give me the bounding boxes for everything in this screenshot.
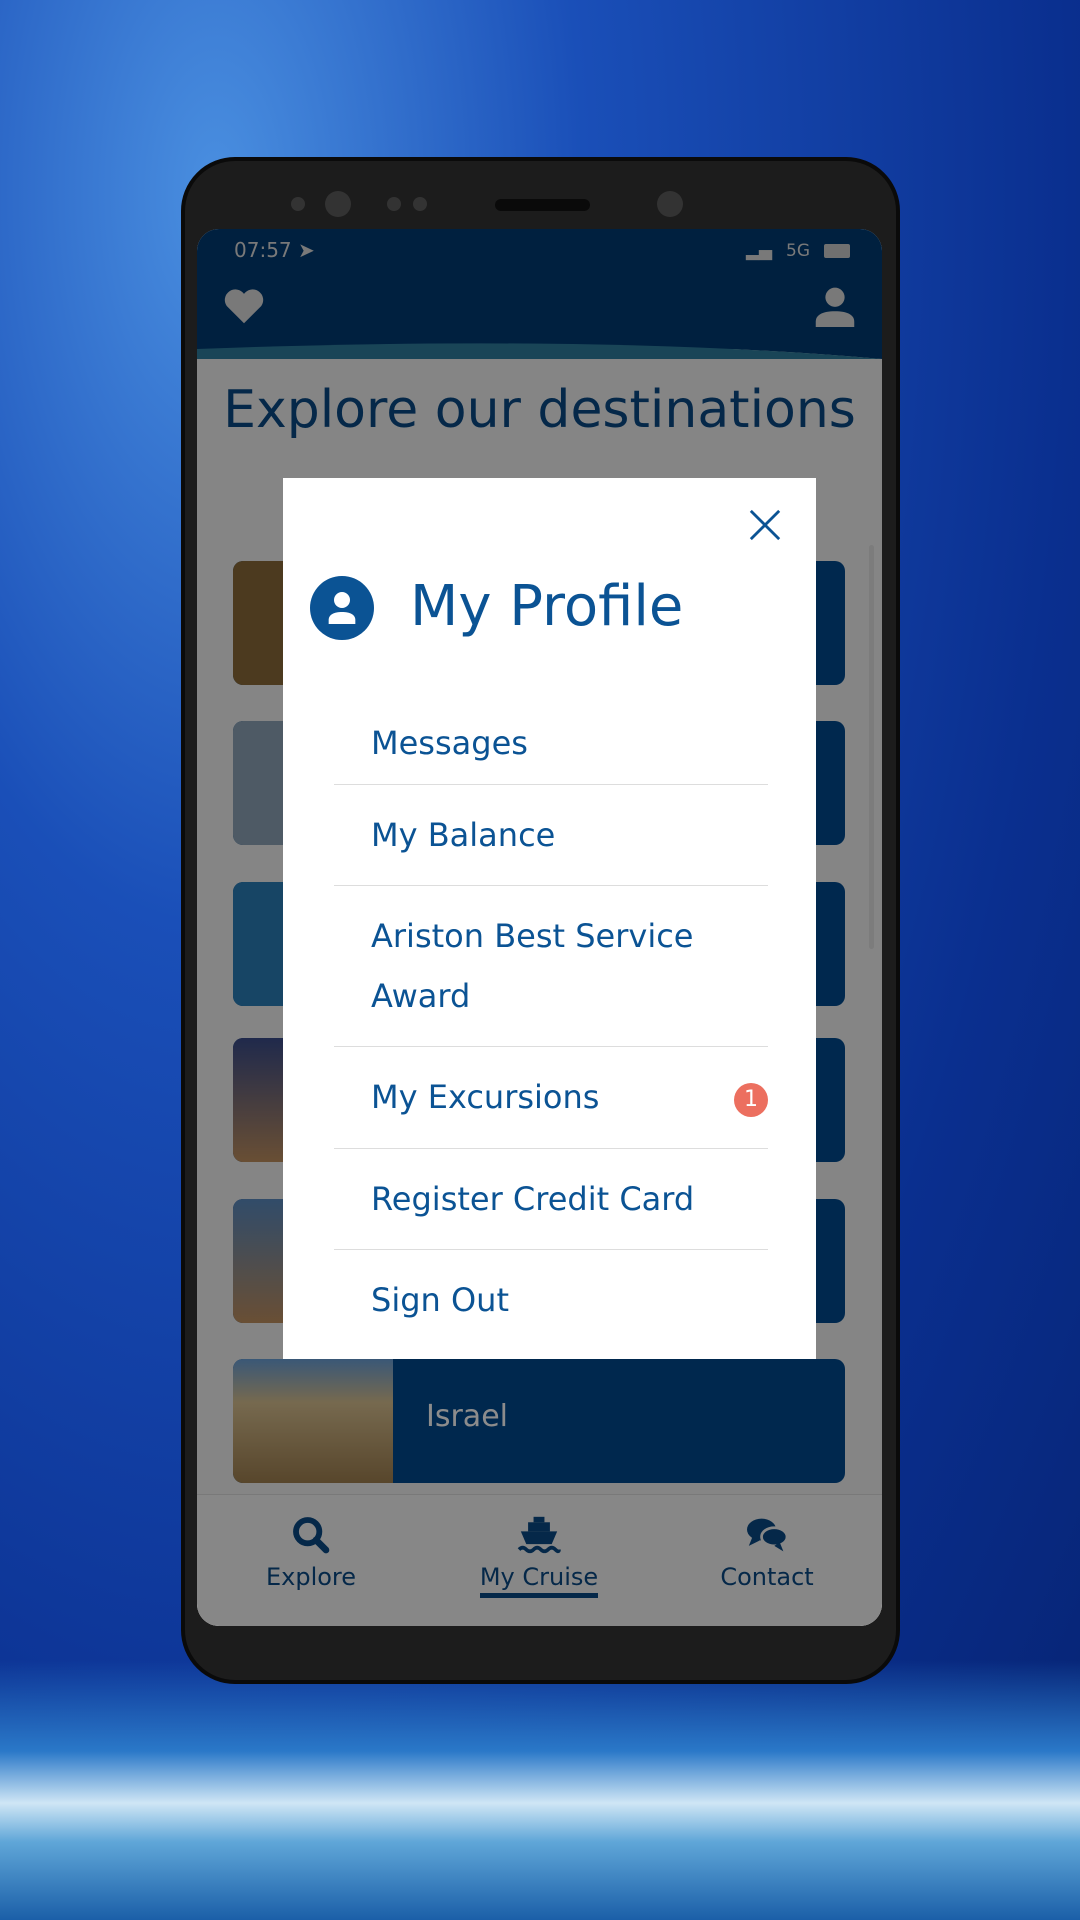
menu-label: My Balance [371, 816, 556, 854]
menu-item-register-credit-card[interactable]: Register Credit Card [334, 1149, 768, 1250]
speaker [495, 199, 590, 211]
menu-item-messages[interactable]: Messages [334, 703, 768, 785]
scrollbar[interactable] [869, 545, 874, 949]
menu-item-sign-out[interactable]: Sign Out [334, 1250, 768, 1350]
modal-title: My Profile [410, 574, 684, 639]
menu-item-ariston-award[interactable]: Ariston Best Service Award [334, 886, 768, 1047]
menu-label: Sign Out [371, 1281, 509, 1319]
sensor [291, 197, 305, 211]
profile-modal: My Profile Messages My Balance Ariston B… [283, 478, 816, 1359]
menu-item-my-balance[interactable]: My Balance [334, 785, 768, 886]
camera [325, 191, 351, 217]
menu-item-my-excursions[interactable]: My Excursions 1 [334, 1047, 768, 1149]
ocean-background [0, 1660, 1080, 1920]
sensor [387, 197, 401, 211]
sensor [413, 197, 427, 211]
menu-label: My Excursions [371, 1078, 600, 1116]
camera [657, 191, 683, 217]
menu-label: Register Credit Card [371, 1180, 695, 1218]
profile-avatar-icon [310, 576, 374, 640]
menu-label: Messages [371, 724, 528, 762]
close-icon[interactable] [748, 508, 782, 542]
menu-label: Ariston Best Service Award [371, 917, 694, 1015]
notification-badge: 1 [734, 1083, 768, 1117]
